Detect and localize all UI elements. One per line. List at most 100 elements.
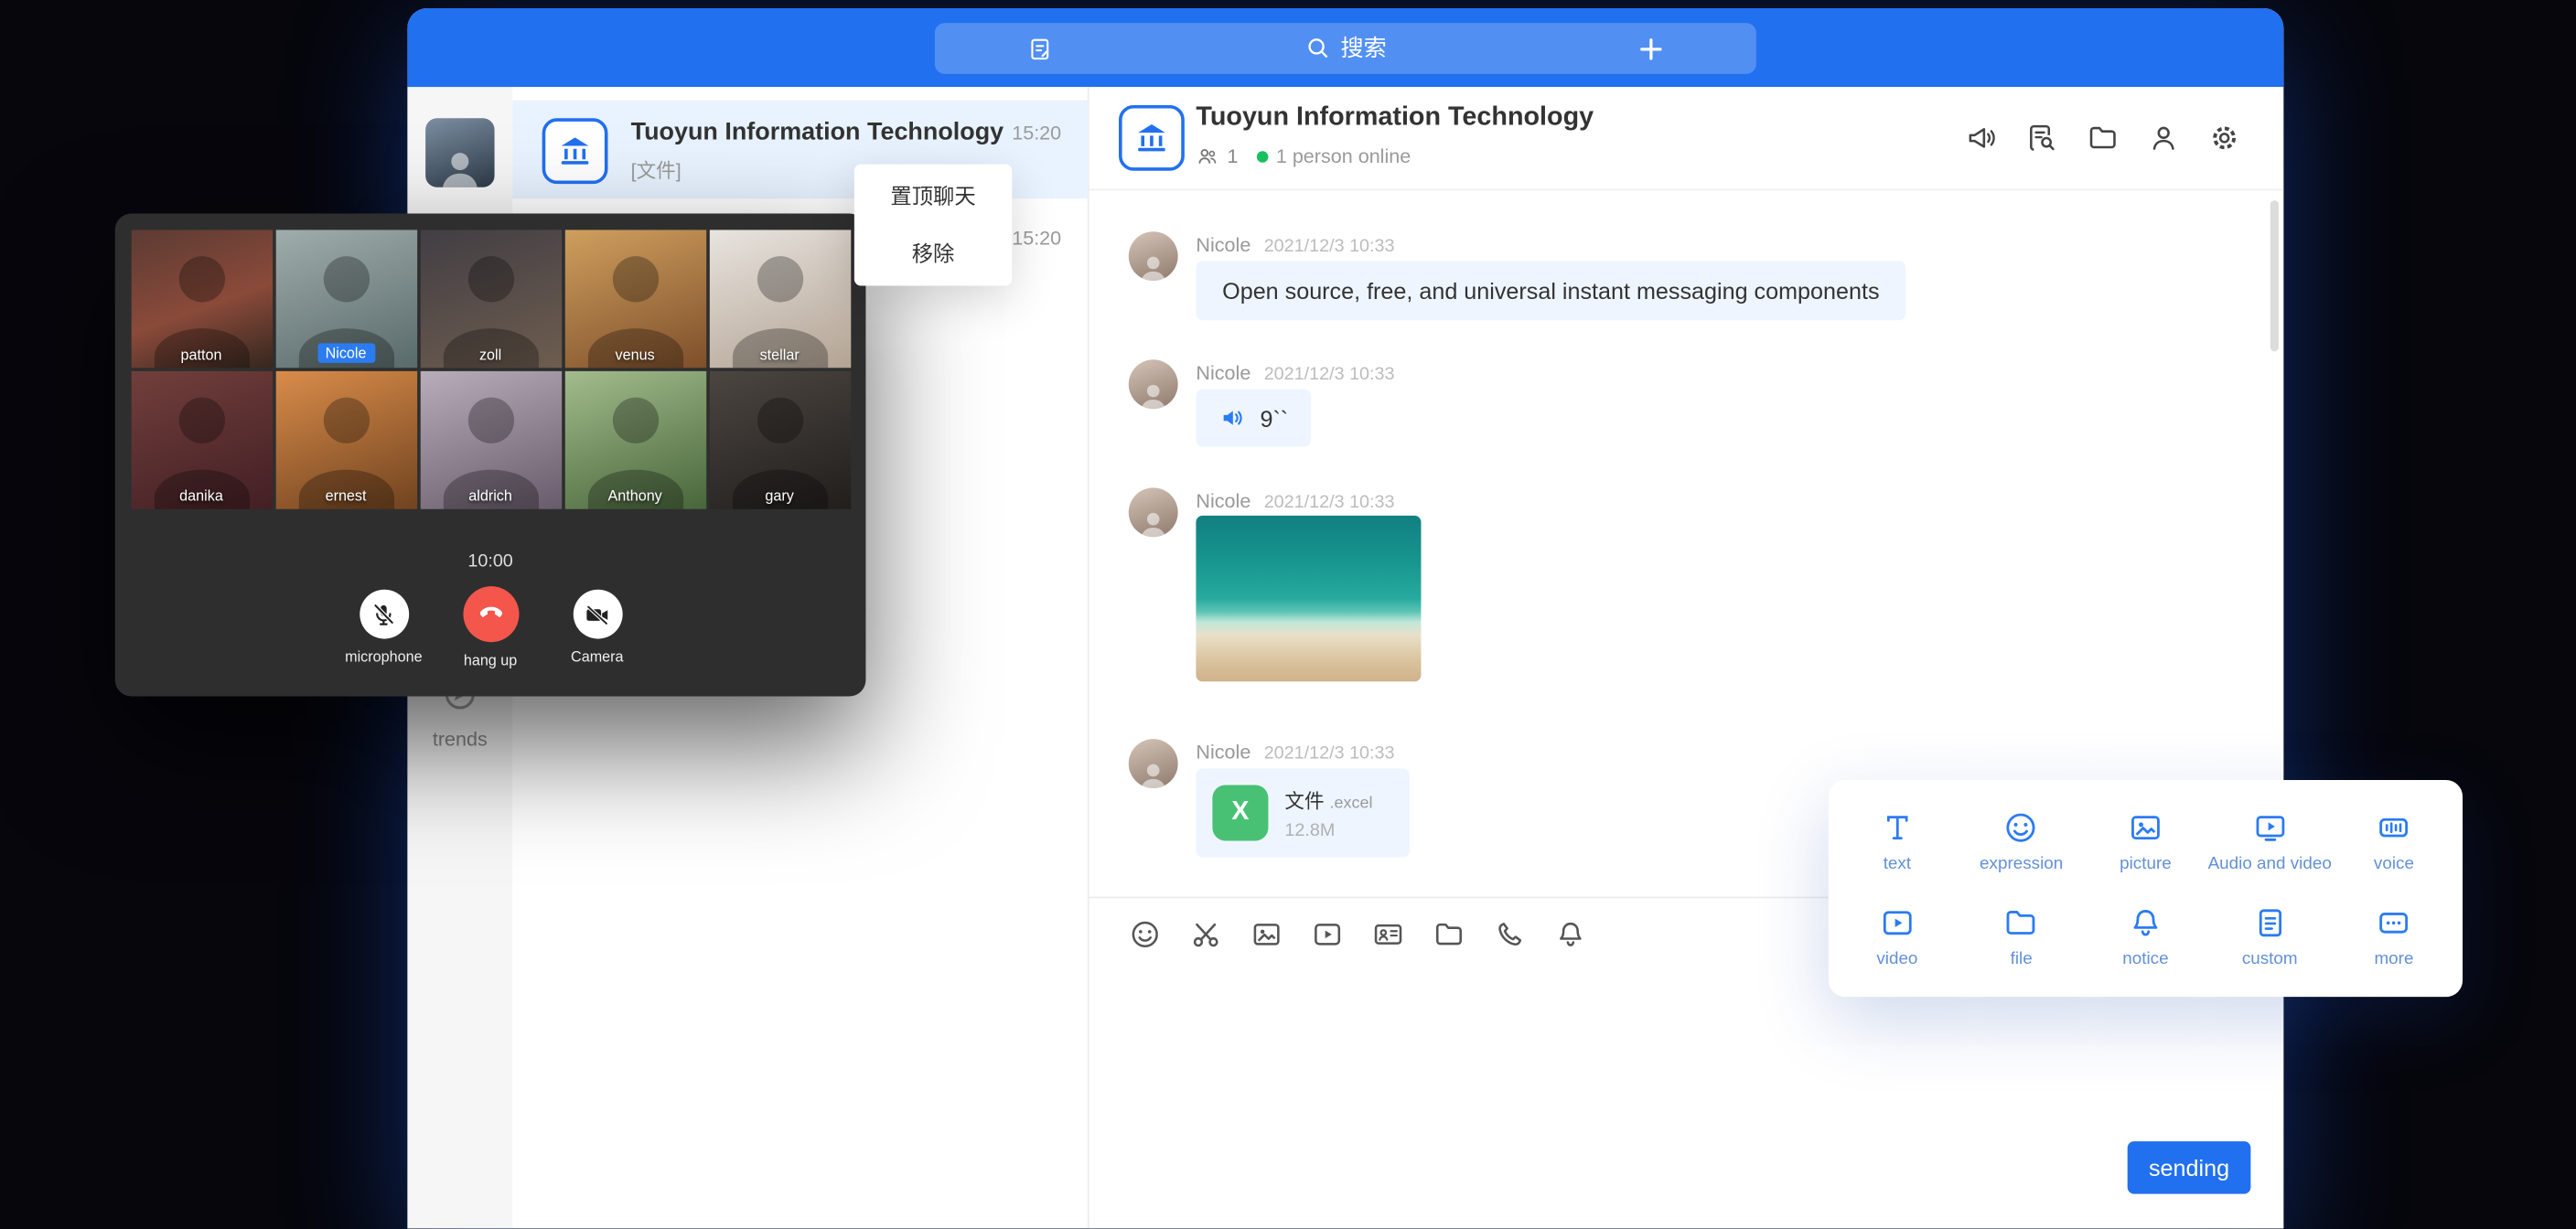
person-silhouette-icon <box>1135 379 1171 409</box>
screenshot-button[interactable] <box>1189 918 1222 951</box>
feature-label: custom <box>2242 948 2298 968</box>
phone-icon <box>1493 918 1526 951</box>
image-button[interactable] <box>1250 918 1283 951</box>
feature-item-audio-video[interactable]: Audio and video <box>2207 793 2332 888</box>
file-name: 文件 <box>1284 789 1324 812</box>
settings-button[interactable] <box>2208 122 2241 155</box>
person-silhouette-icon <box>1135 251 1171 281</box>
image-message-beach-photo[interactable] <box>1196 516 1421 681</box>
participant-tile[interactable]: venus <box>564 230 705 368</box>
search-icon <box>1304 35 1331 61</box>
feature-item-video[interactable]: video <box>1835 889 1959 984</box>
participant-tile[interactable]: patton <box>131 230 272 368</box>
chat-history-button[interactable] <box>2025 122 2058 155</box>
participant-tile[interactable]: gary <box>709 371 850 509</box>
sender-avatar[interactable] <box>1129 231 1178 281</box>
participant-tile[interactable]: stellar <box>709 230 850 368</box>
file-ext: .excel <box>1330 794 1373 812</box>
voice-message-bubble[interactable]: 9`` <box>1196 390 1311 447</box>
feature-item-picture[interactable]: picture <box>2084 793 2208 888</box>
doc-search-icon <box>2025 122 2058 155</box>
members-button[interactable] <box>2147 122 2180 155</box>
feature-label: file <box>2011 948 2033 968</box>
chat-item-time: 15:20 <box>1012 227 1061 250</box>
video-button[interactable] <box>1311 918 1344 951</box>
participant-name: patton <box>181 347 222 363</box>
trends-label: trends <box>407 728 512 751</box>
person-silhouette-icon <box>1135 758 1171 788</box>
announcement-icon <box>1965 122 1998 155</box>
participant-tile[interactable]: zoll <box>420 230 561 368</box>
chat-item-title: Tuoyun Information Technology <box>631 118 1004 146</box>
user-avatar[interactable] <box>425 118 494 187</box>
feature-item-more[interactable]: more <box>2332 889 2456 984</box>
feature-label: picture <box>2120 853 2172 873</box>
scissors-icon <box>1189 918 1222 951</box>
message-head: Nicole 2021/12/3 10:33 <box>1196 233 1394 256</box>
participant-name: aldrich <box>468 487 512 504</box>
participant-tile[interactable]: danika <box>131 371 272 509</box>
participant-tile[interactable]: Nicole <box>275 230 416 368</box>
members-icon <box>1196 144 1218 167</box>
feature-item-text[interactable]: text <box>1835 793 1959 888</box>
message-time: 2021/12/3 10:33 <box>1264 237 1395 257</box>
sender-avatar[interactable] <box>1129 487 1178 537</box>
hangup-button[interactable] <box>463 586 519 642</box>
feature-label: Audio and video <box>2208 853 2332 873</box>
message-time: 2021/12/3 10:33 <box>1264 493 1395 513</box>
sender-avatar[interactable] <box>1129 359 1178 409</box>
chat-context-menu: 置顶聊天 移除 <box>854 165 1012 286</box>
sender-name: Nicole <box>1196 741 1250 764</box>
participant-name: stellar <box>760 347 800 363</box>
participant-tile[interactable]: aldrich <box>420 371 561 509</box>
message-head: Nicole 2021/12/3 10:33 <box>1196 489 1394 512</box>
participant-grid: patton Nicole zoll venus stellar danika … <box>115 230 866 508</box>
feature-label: text <box>1884 853 1911 873</box>
chat-item-subtitle: [文件] <box>631 156 682 185</box>
sender-name: Nicole <box>1196 361 1250 384</box>
microphone-label: microphone <box>334 648 433 665</box>
monitor-play-icon <box>2251 808 2288 845</box>
participant-name: venus <box>616 347 655 363</box>
participant-tile[interactable]: ernest <box>275 371 416 509</box>
emoji-button[interactable] <box>1129 918 1162 951</box>
speaker-icon <box>1219 404 1248 433</box>
search-label: 搜索 <box>1340 31 1386 64</box>
building-icon <box>557 133 594 169</box>
smiley-icon <box>2003 808 2040 845</box>
menu-item-pin-chat[interactable]: 置顶聊天 <box>854 167 1012 225</box>
message-time: 2021/12/3 10:33 <box>1264 365 1395 385</box>
add-button[interactable] <box>1631 28 1670 68</box>
camera-off-icon <box>584 600 612 628</box>
text-message-bubble[interactable]: Open source, free, and universal instant… <box>1196 262 1905 321</box>
contact-card-button[interactable] <box>1372 918 1405 951</box>
video-call-window[interactable]: patton Nicole zoll venus stellar danika … <box>115 213 866 696</box>
participant-tile[interactable]: Anthony <box>564 371 705 509</box>
feature-panel: text expression picture Audio and video … <box>1829 780 2463 997</box>
camera-button[interactable] <box>573 590 622 639</box>
feature-item-expression[interactable]: expression <box>1959 793 2084 888</box>
gear-icon <box>2208 122 2241 155</box>
film-icon <box>1311 918 1344 951</box>
feature-item-notice[interactable]: notice <box>2084 889 2208 984</box>
file-message-card[interactable]: X 文件 .excel 12.8M <box>1196 768 1409 857</box>
call-button[interactable] <box>1493 918 1526 951</box>
microphone-button[interactable] <box>359 590 408 639</box>
sender-avatar[interactable] <box>1129 739 1178 788</box>
feature-item-custom[interactable]: custom <box>2207 889 2332 984</box>
send-button[interactable]: sending <box>2128 1141 2251 1193</box>
feature-item-voice[interactable]: voice <box>2332 793 2456 888</box>
film-icon <box>1879 904 1916 941</box>
scrollbar[interactable] <box>2270 200 2279 351</box>
announcement-button[interactable] <box>1965 122 1998 155</box>
smiley-icon <box>1129 918 1162 951</box>
message-input-area[interactable]: sending <box>1089 970 2284 1228</box>
file-button[interactable] <box>1433 918 1465 951</box>
feature-item-file[interactable]: file <box>1959 889 2084 984</box>
picture-icon <box>1250 918 1283 951</box>
files-button[interactable] <box>2087 122 2120 155</box>
bell-icon <box>2128 904 2164 941</box>
menu-item-remove[interactable]: 移除 <box>854 225 1012 283</box>
notice-button[interactable] <box>1554 918 1587 951</box>
chat-item-time: 15:20 <box>1012 122 1061 144</box>
